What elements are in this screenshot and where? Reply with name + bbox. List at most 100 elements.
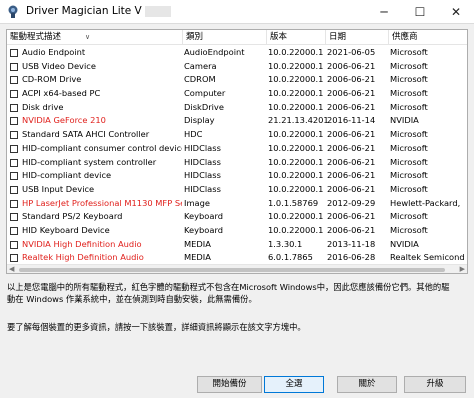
driver-version: 10.0.22000.1 [268, 129, 324, 140]
list-rows: Audio Endpoint AudioEndpoint 10.0.22000.1 2… [7, 46, 467, 264]
column-header-version[interactable]: 版本 [267, 30, 326, 45]
table-row[interactable]: NVIDIA GeForce 210 Display 21.21.13.4201 20… [7, 114, 467, 128]
close-window-button[interactable]: ✕ [438, 0, 474, 24]
row-checkbox[interactable] [10, 103, 18, 112]
driver-date: 2016-11-14 [327, 115, 376, 126]
scrollbar-thumb[interactable] [19, 268, 445, 272]
driver-type: HIDClass [184, 142, 221, 153]
upgrade-button[interactable]: 升級 [404, 376, 466, 393]
driver-date: 2016-06-28 [327, 252, 376, 263]
table-row[interactable]: CD-ROM Drive CDROM 10.0.22000.1 2006-06-21 M… [7, 73, 467, 87]
row-checkbox[interactable] [10, 90, 18, 99]
driver-type: Keyboard [184, 224, 224, 235]
column-header-vendor[interactable]: 供應商 [389, 30, 467, 45]
row-checkbox[interactable] [10, 117, 18, 126]
title-version-redacted [144, 5, 171, 17]
about-button[interactable]: 關於 [337, 376, 397, 393]
driver-vendor: Microsoft [390, 47, 428, 57]
row-checkbox[interactable] [10, 199, 18, 208]
row-checkbox[interactable] [10, 62, 18, 71]
row-checkbox[interactable] [10, 240, 18, 249]
app-icon [8, 5, 18, 18]
maximize-button[interactable]: ☐ [402, 0, 438, 24]
table-row[interactable]: Standard SATA AHCI Controller HDC 10.0.220… [7, 128, 467, 142]
driver-version: 1.3.30.1 [268, 238, 303, 249]
table-row[interactable]: Realtek High Definition Audio MEDIA 6.0.1.… [7, 251, 467, 264]
row-checkbox[interactable] [10, 185, 18, 194]
driver-type: CDROM [184, 74, 216, 85]
start-backup-button[interactable]: 開始備份 [197, 376, 262, 393]
driver-vendor: Microsoft [390, 170, 428, 181]
row-checkbox[interactable] [10, 172, 18, 181]
info-text: 以上是您電腦中的所有驅動程式，紅色字體的驅動程式不包含在Microsoft Wi… [7, 282, 450, 304]
driver-vendor: Microsoft [390, 74, 428, 85]
table-row[interactable]: Standard PS/2 Keyboard Keyboard 10.0.22000… [7, 210, 467, 224]
driver-vendor: Microsoft [390, 60, 428, 71]
table-row[interactable]: Audio Endpoint AudioEndpoint 10.0.22000.1 2… [7, 46, 467, 60]
driver-name: NVIDIA GeForce 210 [22, 115, 106, 126]
column-header-type[interactable]: 類別 [183, 30, 267, 45]
driver-vendor: Microsoft [390, 224, 428, 235]
driver-name: ACPI x64-based PC [22, 88, 101, 99]
driver-version: 10.0.22000.1 [268, 224, 324, 235]
driver-vendor: Microsoft [390, 129, 428, 140]
driver-list[interactable]: 驅動程式描述 ∨ 類別 版本 日期 供應商 Audio Endpoint Audio… [6, 29, 468, 274]
table-row[interactable]: HID-compliant system controller HIDClass 1… [7, 156, 467, 170]
scroll-right-icon[interactable]: ▶ [460, 265, 465, 273]
row-checkbox[interactable] [10, 49, 18, 57]
table-row[interactable]: HID-compliant device HIDClass 10.0.22000.1… [7, 169, 467, 183]
table-row[interactable]: ACPI x64-based PC Computer 10.0.22000.1 200… [7, 87, 467, 101]
driver-vendor: Hewlett-Packard, [390, 197, 461, 208]
minimize-button[interactable]: ─ [366, 0, 402, 24]
row-checkbox[interactable] [10, 226, 18, 235]
table-row[interactable]: Disk drive DiskDrive 10.0.22000.1 2006-06-2… [7, 101, 467, 115]
driver-date: 2013-11-18 [327, 238, 376, 249]
driver-date: 2006-06-21 [327, 129, 376, 140]
driver-version: 10.0.22000.1 [268, 142, 324, 153]
driver-type: HIDClass [184, 170, 221, 181]
table-row[interactable]: USB Video Device Camera 10.0.22000.1 2006-0… [7, 60, 467, 74]
horizontal-scrollbar[interactable]: ◀ ▶ [7, 264, 467, 273]
driver-name: Disk drive [22, 101, 64, 112]
driver-version: 10.0.22000.1 [268, 156, 324, 167]
driver-date: 2006-06-21 [327, 183, 376, 194]
driver-name: NVIDIA High Definition Audio [22, 238, 142, 249]
select-all-button[interactable]: 全選 [264, 376, 324, 393]
driver-date: 2006-06-21 [327, 170, 376, 181]
table-row[interactable]: NVIDIA High Definition Audio MEDIA 1.3.30.… [7, 238, 467, 252]
driver-type: MEDIA [184, 252, 211, 263]
column-header-date[interactable]: 日期 [326, 30, 389, 45]
driver-version: 6.0.1.7865 [268, 252, 313, 263]
row-checkbox[interactable] [10, 213, 18, 222]
driver-date: 2021-06-05 [327, 47, 376, 57]
driver-name: HID Keyboard Device [22, 224, 110, 235]
driver-date: 2006-06-21 [327, 142, 376, 153]
driver-vendor: NVIDIA [390, 115, 419, 126]
driver-version: 10.0.22000.1 [268, 101, 324, 112]
driver-version: 10.0.22000.1 [268, 47, 324, 57]
table-row[interactable]: HID-compliant consumer control device HID… [7, 142, 467, 156]
table-row[interactable]: HP LaserJet Professional M1130 MFP Se...… [7, 197, 467, 211]
row-checkbox[interactable] [10, 158, 18, 167]
driver-name: USB Video Device [22, 60, 96, 71]
row-checkbox[interactable] [10, 76, 18, 85]
driver-vendor: Microsoft [390, 101, 428, 112]
driver-date: 2006-06-21 [327, 101, 376, 112]
row-checkbox[interactable] [10, 131, 18, 140]
driver-version: 10.0.22000.1 [268, 60, 324, 71]
driver-date: 2012-09-29 [327, 197, 376, 208]
scroll-left-icon[interactable]: ◀ [9, 265, 14, 273]
column-header-description[interactable]: 驅動程式描述 ∨ [7, 30, 183, 45]
driver-version: 21.21.13.4201 [268, 115, 328, 126]
table-row[interactable]: HID Keyboard Device Keyboard 10.0.22000.1 2… [7, 224, 467, 238]
sort-chevron-icon: ∨ [85, 33, 91, 41]
table-row[interactable]: USB Input Device HIDClass 10.0.22000.1 2006… [7, 183, 467, 197]
driver-type: MEDIA [184, 238, 211, 249]
driver-name: Realtek High Definition Audio [22, 252, 144, 263]
driver-type: AudioEndpoint [184, 47, 245, 57]
driver-version: 10.0.22000.1 [268, 211, 324, 222]
window-title: Driver Magician Lite V [26, 5, 171, 17]
row-checkbox[interactable] [10, 254, 18, 263]
driver-vendor: NVIDIA [390, 238, 419, 249]
row-checkbox[interactable] [10, 144, 18, 153]
